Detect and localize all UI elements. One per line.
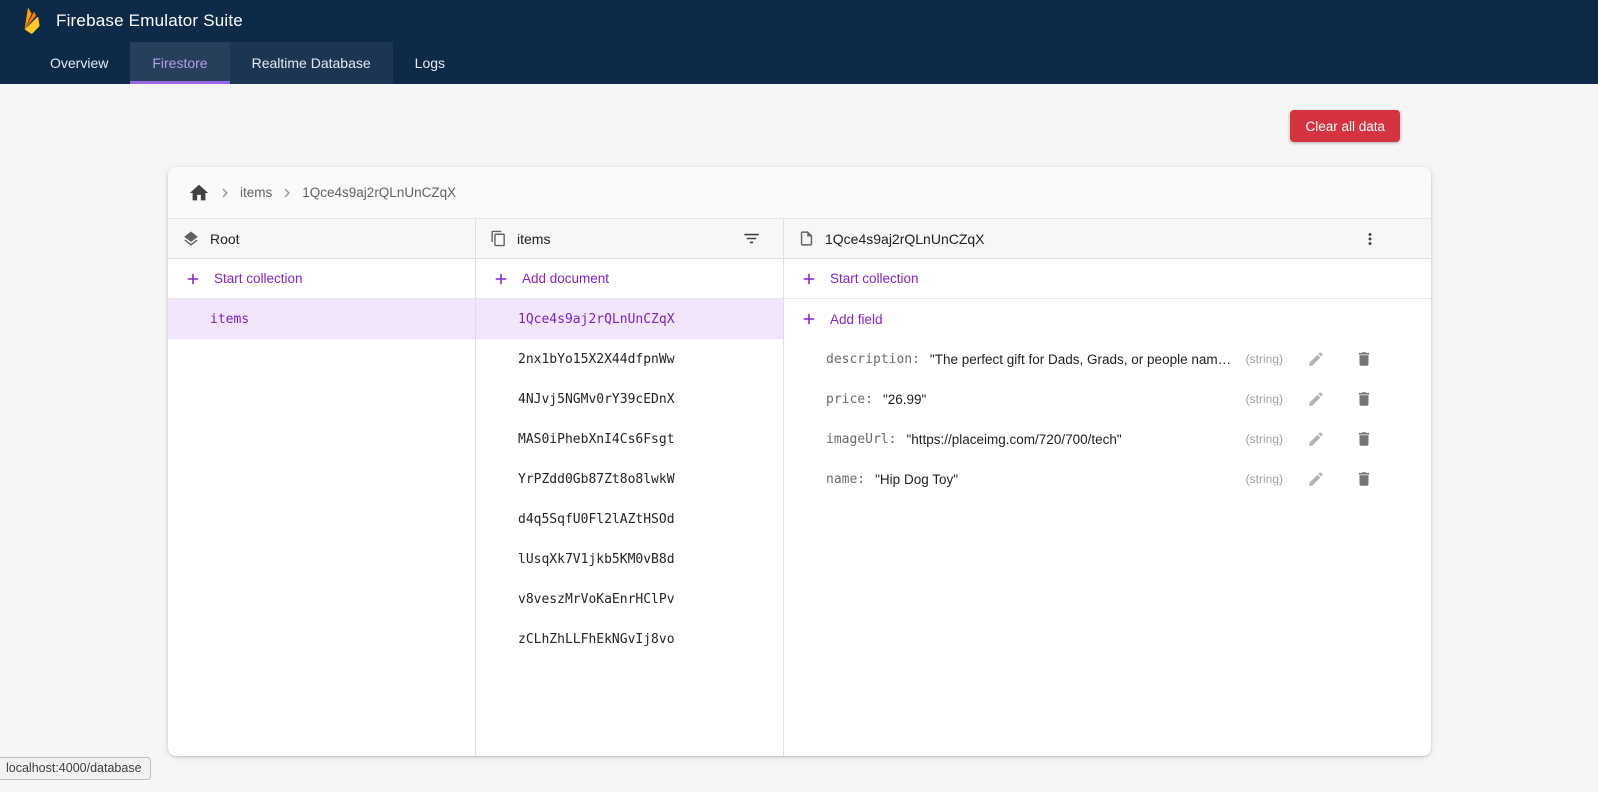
home-icon[interactable] xyxy=(188,182,210,204)
field-type: (string) xyxy=(1246,352,1283,366)
breadcrumb-segment[interactable]: items xyxy=(240,185,272,200)
firestore-card: items 1Qce4s9aj2rQLnUnCZqX Root Start co… xyxy=(168,167,1431,756)
tab-firestore[interactable]: Firestore xyxy=(130,42,229,84)
start-collection-label: Start collection xyxy=(214,271,303,286)
doc-start-collection-button[interactable]: Start collection xyxy=(784,259,1431,299)
tab-logs[interactable]: Logs xyxy=(393,42,467,84)
field-value: "The perfect gift for Dads, Grads, or pe… xyxy=(930,352,1234,367)
collection-panel: items Add document 1Qce4s9aj2rQLnUnCZqX2… xyxy=(476,219,784,756)
field-row: price: "26.99" (string) xyxy=(784,379,1431,419)
root-panel-header: Root xyxy=(168,219,475,259)
kebab-menu-icon[interactable] xyxy=(1361,230,1379,248)
collection-list-item[interactable]: items xyxy=(168,299,475,339)
app-header: Firebase Emulator Suite OverviewFirestor… xyxy=(0,0,1598,84)
field-value: "https://placeimg.com/720/700/tech" xyxy=(906,432,1233,447)
add-document-button[interactable]: Add document xyxy=(476,259,783,299)
document-list-item[interactable]: v8veszMrVoKaEnrHClPv xyxy=(476,579,783,619)
field-type: (string) xyxy=(1246,432,1283,446)
collection-panel-title: items xyxy=(517,231,550,247)
start-collection-button[interactable]: Start collection xyxy=(168,259,475,299)
filter-documents-button[interactable] xyxy=(742,229,761,248)
chevron-right-icon xyxy=(278,184,296,202)
app-title-bar: Firebase Emulator Suite xyxy=(0,0,1598,42)
collection-icon xyxy=(490,230,507,247)
document-panel-header: 1Qce4s9aj2rQLnUnCZqX xyxy=(784,219,1431,259)
root-panel-title: Root xyxy=(210,231,240,247)
root-panel: Root Start collection items xyxy=(168,219,476,756)
edit-field-button[interactable] xyxy=(1307,430,1325,448)
field-row: description: "The perfect gift for Dads, … xyxy=(784,339,1431,379)
tab-realtime-database[interactable]: Realtime Database xyxy=(230,42,393,84)
document-list: 1Qce4s9aj2rQLnUnCZqX2nx1bYo15X2X44dfpnWw… xyxy=(476,299,783,756)
status-link-preview: localhost:4000/database xyxy=(0,757,151,780)
field-key: imageUrl: xyxy=(826,432,896,447)
edit-field-button[interactable] xyxy=(1307,390,1325,408)
collection-panel-header: items xyxy=(476,219,783,259)
delete-field-button[interactable] xyxy=(1355,430,1373,448)
field-type: (string) xyxy=(1246,472,1283,486)
document-panel-title: 1Qce4s9aj2rQLnUnCZqX xyxy=(825,231,985,247)
plus-icon xyxy=(800,310,818,328)
document-list-item[interactable]: YrPZdd0Gb87Zt8o8lwkW xyxy=(476,459,783,499)
plus-icon xyxy=(800,270,818,288)
document-list-item[interactable]: 2nx1bYo15X2X44dfpnWw xyxy=(476,339,783,379)
tab-overview[interactable]: Overview xyxy=(28,42,130,84)
panel-columns: Root Start collection items items xyxy=(168,219,1431,756)
field-key: name: xyxy=(826,472,865,487)
delete-field-button[interactable] xyxy=(1355,390,1373,408)
root-collection-list: items xyxy=(168,299,475,756)
document-list-item[interactable]: MAS0iPhebXnI4Cs6Fsgt xyxy=(476,419,783,459)
document-list-item[interactable]: 1Qce4s9aj2rQLnUnCZqX xyxy=(476,299,783,339)
add-field-button[interactable]: Add field xyxy=(784,299,1431,339)
breadcrumb: items 1Qce4s9aj2rQLnUnCZqX xyxy=(168,167,1431,219)
field-list: description: "The perfect gift for Dads, … xyxy=(784,339,1431,756)
field-key: description: xyxy=(826,352,920,367)
field-value: "26.99" xyxy=(883,392,1234,407)
plus-icon xyxy=(184,270,202,288)
document-list-item[interactable]: 4NJvj5NGMv0rY39cEDnX xyxy=(476,379,783,419)
field-value: "Hip Dog Toy" xyxy=(875,472,1234,487)
add-document-label: Add document xyxy=(522,271,609,286)
chevron-right-icon xyxy=(216,184,234,202)
document-panel: 1Qce4s9aj2rQLnUnCZqX Start collection Ad… xyxy=(784,219,1431,756)
edit-field-button[interactable] xyxy=(1307,470,1325,488)
field-key: price: xyxy=(826,392,873,407)
firebase-logo-icon xyxy=(21,7,43,35)
plus-icon xyxy=(492,270,510,288)
document-list-item[interactable]: lUsqXk7V1jkb5KM0vB8d xyxy=(476,539,783,579)
field-row: imageUrl: "https://placeimg.com/720/700/t… xyxy=(784,419,1431,459)
doc-start-collection-label: Start collection xyxy=(830,271,919,286)
delete-field-button[interactable] xyxy=(1355,470,1373,488)
firestore-root-icon xyxy=(182,230,200,248)
edit-field-button[interactable] xyxy=(1307,350,1325,368)
add-field-label: Add field xyxy=(830,312,883,327)
document-list-item[interactable]: zCLhZhLLFhEkNGvIj8vo xyxy=(476,619,783,659)
document-list-item[interactable]: d4q5SqfU0Fl2lAZtHSOd xyxy=(476,499,783,539)
clear-all-data-button[interactable]: Clear all data xyxy=(1290,110,1400,142)
app-title: Firebase Emulator Suite xyxy=(56,11,243,31)
field-type: (string) xyxy=(1246,392,1283,406)
delete-field-button[interactable] xyxy=(1355,350,1373,368)
nav-tabs: OverviewFirestoreRealtime DatabaseLogs xyxy=(0,42,1598,84)
document-icon xyxy=(798,230,815,247)
field-row: name: "Hip Dog Toy" (string) xyxy=(784,459,1431,499)
breadcrumb-segment[interactable]: 1Qce4s9aj2rQLnUnCZqX xyxy=(302,185,456,200)
